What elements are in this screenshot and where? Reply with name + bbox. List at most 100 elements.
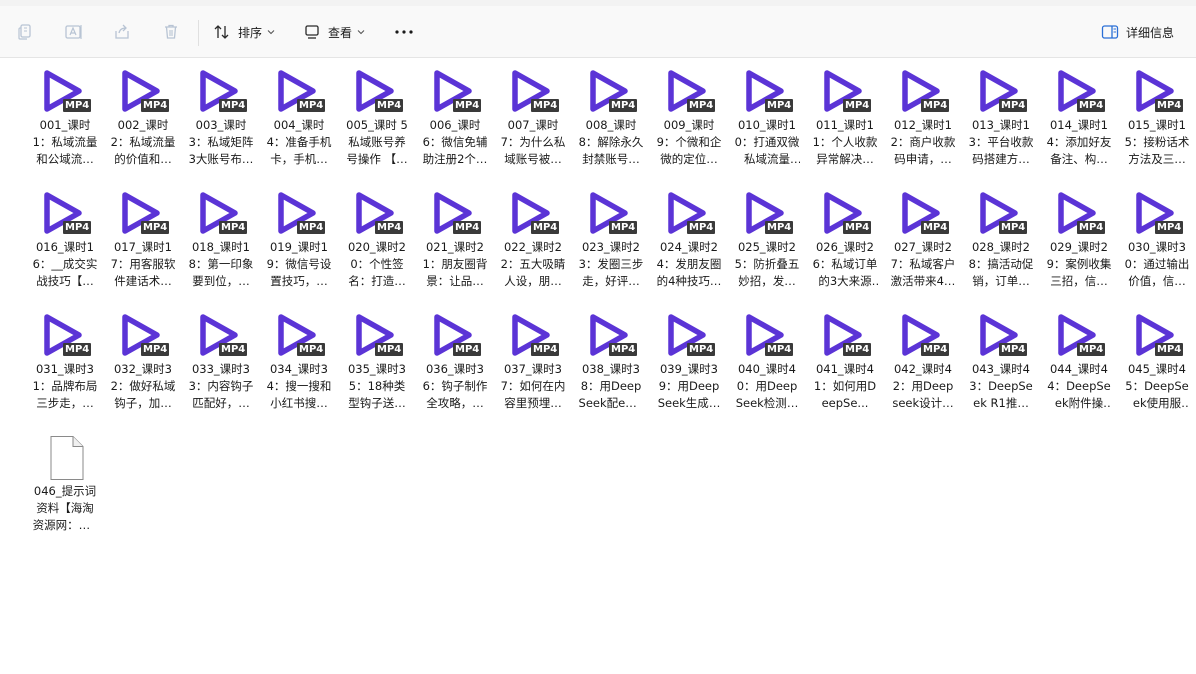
- file-thumbnail: MP4: [425, 189, 485, 239]
- file-item-030[interactable]: MP4 030_课时30：通过输出价值，信任背书...: [1118, 189, 1196, 311]
- file-item-025[interactable]: MP4 025_课时25：防折叠五妙招，发圈不再...: [728, 189, 806, 311]
- file-type-badge: MP4: [765, 99, 794, 112]
- file-name: 032_课时32：做好私域钩子，加粉不用...: [110, 362, 176, 410]
- file-name: 001_课时1：私域流量和公域流量的定义 ...: [32, 118, 98, 166]
- copy-button[interactable]: [16, 18, 36, 46]
- file-item-019[interactable]: MP4 019_课时19：微信号设置技巧，容易...: [260, 189, 338, 311]
- file-item-036[interactable]: MP4 036_课时36：钩子制作全攻略，快速...: [416, 311, 494, 433]
- file-type-badge: MP4: [687, 221, 716, 234]
- file-item-020[interactable]: MP4 020_课时20：个性签名：打造你的专属...: [338, 189, 416, 311]
- file-item-010[interactable]: MP4 010_课时10：打通双微私域流量 【海...: [728, 67, 806, 189]
- sort-button[interactable]: 排序: [212, 18, 275, 46]
- file-item-041[interactable]: MP4 041_课时41：如何用DeepSe...: [806, 311, 884, 433]
- view-button[interactable]: 查看: [302, 18, 365, 46]
- file-name: 010_课时10：打通双微私域流量 【海...: [734, 118, 800, 166]
- file-thumbnail: MP4: [347, 67, 407, 117]
- file-item-018[interactable]: MP4 018_课时18：第一印象要到位，自己...: [182, 189, 260, 311]
- file-item-015[interactable]: MP4 015_课时15：接粉话术方法及三大成交...: [1118, 67, 1196, 189]
- file-item-009[interactable]: MP4 009_课时9：个微和企微的定位区别 【海...: [650, 67, 728, 189]
- file-thumbnail: MP4: [815, 189, 875, 239]
- file-type-badge: MP4: [453, 221, 482, 234]
- file-type-badge: MP4: [843, 221, 872, 234]
- file-thumbnail: MP4: [191, 189, 251, 239]
- file-name: 033_课时33：内容钩子匹配好，挖掘...: [188, 362, 254, 410]
- delete-button[interactable]: [161, 18, 181, 46]
- file-item-046[interactable]: 046_提示词资料【海淘资源网：www.hait...: [26, 433, 104, 555]
- file-thumbnail: MP4: [893, 189, 953, 239]
- file-item-024[interactable]: MP4 024_课时24：发朋友圈的4种技巧玩法...: [650, 189, 728, 311]
- file-item-033[interactable]: MP4 033_课时33：内容钩子匹配好，挖掘...: [182, 311, 260, 433]
- file-item-044[interactable]: MP4 044_课时44：DeepSeek附件操作...: [1040, 311, 1118, 433]
- file-thumbnail: MP4: [269, 311, 329, 361]
- file-item-035[interactable]: MP4 035_课时35：18种类型钩子送给用户 ...: [338, 311, 416, 433]
- file-type-badge: MP4: [609, 221, 638, 234]
- file-thumbnail: MP4: [113, 67, 173, 117]
- file-item-034[interactable]: MP4 034_课时34：搜一搜和小红书搜需求、...: [260, 311, 338, 433]
- file-type-badge: MP4: [297, 99, 326, 112]
- file-item-006[interactable]: MP4 006_课时6：微信免辅助注册2个账号 【...: [416, 67, 494, 189]
- file-item-004[interactable]: MP4 004_课时4：准备手机卡，手机和流量卡 ...: [260, 67, 338, 189]
- file-item-031[interactable]: MP4 031_课时31：品牌布局三步走，信任...: [26, 311, 104, 433]
- file-item-029[interactable]: MP4 029_课时29：案例收集三招，信任背书...: [1040, 189, 1118, 311]
- file-type-badge: MP4: [63, 221, 92, 234]
- toolbar-separator: [198, 20, 199, 46]
- file-name: 028_课时28：搞活动促销，订单飙升四...: [968, 240, 1034, 288]
- file-item-013[interactable]: MP4 013_课时13：平台收款码搭建方案建议...: [962, 67, 1040, 189]
- file-type-badge: MP4: [1077, 343, 1106, 356]
- file-name: 004_课时4：准备手机卡，手机和流量卡 ...: [266, 118, 332, 166]
- file-name: 044_课时44：DeepSeek附件操作...: [1047, 362, 1111, 410]
- file-item-028[interactable]: MP4 028_课时28：搞活动促销，订单飙升四...: [962, 189, 1040, 311]
- file-item-027[interactable]: MP4 027_课时27：私域客户激活带来4成订...: [884, 189, 962, 311]
- file-item-023[interactable]: MP4 023_课时23：发圈三步走，好评种草加...: [572, 189, 650, 311]
- file-item-007[interactable]: MP4 007_课时7：为什么私域账号被封号 【海...: [494, 67, 572, 189]
- rename-button[interactable]: [64, 18, 84, 46]
- file-thumbnail: MP4: [269, 189, 329, 239]
- view-icon: [302, 22, 322, 42]
- file-item-021[interactable]: MP4 021_课时21：朋友圈背景：让品牌更抢...: [416, 189, 494, 311]
- file-type-badge: MP4: [219, 343, 248, 356]
- file-item-026[interactable]: MP4 026_课时26：私域订单的3大来源 【...: [806, 189, 884, 311]
- file-thumbnail: MP4: [425, 67, 485, 117]
- more-options-button[interactable]: [394, 18, 414, 46]
- file-name: 016_课时16：__成交实战技巧【海淘资...: [32, 240, 98, 288]
- file-item-040[interactable]: MP4 040_课时40：用DeepSeek检测改写...: [728, 311, 806, 433]
- copy-icon: [16, 22, 36, 42]
- file-name: 042_课时42：用Deepseek设计私域...: [892, 362, 954, 410]
- file-item-001[interactable]: MP4 001_课时1：私域流量和公域流量的定义 ...: [26, 67, 104, 189]
- file-item-003[interactable]: MP4 003_课时3：私域矩阵3大账号布局 【海...: [182, 67, 260, 189]
- file-name: 040_课时40：用DeepSeek检测改写...: [735, 362, 799, 410]
- file-name: 013_课时13：平台收款码搭建方案建议...: [968, 118, 1034, 166]
- file-thumbnail: MP4: [971, 311, 1031, 361]
- file-item-005[interactable]: MP4 005_课时 5私域账号养号操作 【海淘资源...: [338, 67, 416, 189]
- file-type-badge: MP4: [219, 221, 248, 234]
- file-type-badge: MP4: [843, 99, 872, 112]
- file-item-017[interactable]: MP4 017_课时17：用客服软件建话术库 【...: [104, 189, 182, 311]
- file-item-011[interactable]: MP4 011_课时11：个人收款异常解决方案 ...: [806, 67, 884, 189]
- file-item-043[interactable]: MP4 043_课时43：DeepSeek R1推理技...: [962, 311, 1040, 433]
- details-pane-button[interactable]: 详细信息: [1100, 18, 1174, 46]
- file-thumbnail: MP4: [659, 67, 719, 117]
- file-item-014[interactable]: MP4 014_课时14：添加好友备注、构建卖货...: [1040, 67, 1118, 189]
- file-item-042[interactable]: MP4 042_课时42：用Deepseek设计私域...: [884, 311, 962, 433]
- file-name: 005_课时 5私域账号养号操作 【海淘资源...: [346, 118, 408, 166]
- file-type-badge: MP4: [1155, 99, 1184, 112]
- file-thumbnail: MP4: [581, 67, 641, 117]
- file-type-badge: MP4: [297, 343, 326, 356]
- file-list-area[interactable]: MP4 001_课时1：私域流量和公域流量的定义 ... MP4 002_课时2…: [0, 59, 1196, 674]
- file-type-badge: MP4: [1155, 343, 1184, 356]
- file-item-008[interactable]: MP4 008_课时8：解除永久封禁账号，辅助解封...: [572, 67, 650, 189]
- file-type-badge: MP4: [609, 343, 638, 356]
- file-name: 036_课时36：钩子制作全攻略，快速...: [422, 362, 488, 410]
- file-type-badge: MP4: [141, 99, 170, 112]
- file-item-016[interactable]: MP4 016_课时16：__成交实战技巧【海淘资...: [26, 189, 104, 311]
- file-item-032[interactable]: MP4 032_课时32：做好私域钩子，加粉不用...: [104, 311, 182, 433]
- file-item-022[interactable]: MP4 022_课时22：五大吸睛人设，朋友圈这...: [494, 189, 572, 311]
- file-item-039[interactable]: MP4 039_课时39：用DeepSeek生成朋友...: [650, 311, 728, 433]
- share-button[interactable]: [112, 18, 132, 46]
- file-thumbnail: MP4: [191, 311, 251, 361]
- file-item-038[interactable]: MP4 038_课时38：用DeepSeek配emoji...: [572, 311, 650, 433]
- file-item-037[interactable]: MP4 037_课时37：如何在内容里预埋钩子线...: [494, 311, 572, 433]
- file-item-012[interactable]: MP4 012_课时12：商户收款码申请，三方...: [884, 67, 962, 189]
- file-item-045[interactable]: MP4 045_课时45：DeepSeek使用服务...: [1118, 311, 1196, 433]
- file-item-002[interactable]: MP4 002_课时2：私域流量的价值和如何有效运...: [104, 67, 182, 189]
